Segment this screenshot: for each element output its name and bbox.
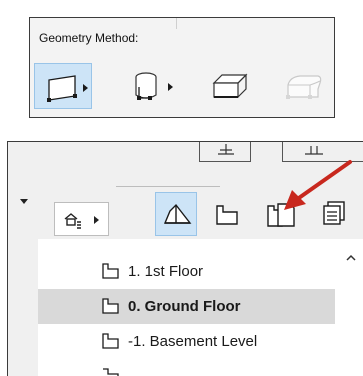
story-icon [102, 333, 119, 349]
story-view-icon [64, 213, 99, 229]
story-outline-icon [216, 205, 238, 225]
geometry-slanted-box-button[interactable] [200, 63, 258, 109]
story-row-ground-floor[interactable]: 0. Ground Floor [38, 289, 335, 324]
geometry-method-label: Geometry Method: [39, 31, 139, 45]
rounded-block-icon [286, 75, 322, 99]
cylinder-icon [135, 72, 173, 100]
geometry-rounded-button[interactable] [274, 63, 332, 109]
divider [176, 18, 177, 29]
roof-house-icon [163, 203, 192, 224]
story-icon [102, 298, 119, 314]
slanted-box-icon [212, 73, 248, 98]
flyout-arrow-icon [94, 216, 99, 224]
view-mode-button[interactable] [54, 202, 109, 236]
story-icon [102, 263, 119, 279]
story-row-basement-level[interactable]: -1. Basement Level [38, 324, 335, 359]
story-label: 1. 1st Floor [128, 263, 204, 280]
collapse-triangle-icon[interactable] [20, 199, 28, 204]
story-list: 1. 1st Floor 0. Ground Floor -1. Basemen… [38, 239, 363, 376]
floor-plan-icon [218, 144, 234, 155]
floor-plan-tab[interactable] [199, 142, 251, 162]
divider [116, 186, 220, 187]
story-row-1st-floor[interactable]: 1. 1st Floor [38, 254, 335, 289]
story-tool-button[interactable] [207, 192, 249, 236]
geometry-cylinder-button[interactable] [124, 63, 182, 109]
flyout-arrow-icon [168, 83, 173, 91]
geometry-box-button[interactable] [34, 63, 92, 109]
story-label: 0. Ground Floor [128, 298, 241, 315]
flyout-arrow-icon [83, 84, 88, 92]
story-icon [103, 368, 119, 376]
story-label: -1. Basement Level [128, 333, 258, 350]
roof-tool-button[interactable] [155, 192, 197, 236]
rectangle-box-icon [47, 75, 88, 102]
geometry-method-panel: Geometry Method: [29, 17, 335, 118]
scroll-up-icon[interactable] [346, 253, 356, 263]
annotation-arrow-icon [284, 160, 352, 210]
